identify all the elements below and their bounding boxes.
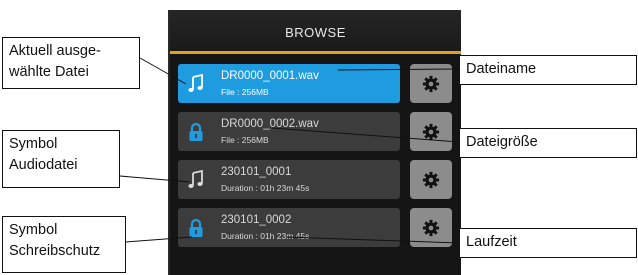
file-name: DR0000_0002.wav — [221, 118, 319, 130]
callout-line: Audiodatei — [9, 157, 78, 173]
settings-button[interactable] — [410, 208, 452, 247]
file-row[interactable]: 230101_0002 Duration : 01h 23m 45s — [178, 208, 400, 247]
settings-button[interactable] — [410, 160, 452, 199]
file-info: Duration : 01h 23m 45s — [221, 183, 310, 193]
file-name: 230101_0002 — [221, 214, 292, 226]
file-name: 230101_0001 — [221, 166, 292, 178]
file-info: Duration : 01h 23m 45s — [221, 231, 310, 241]
file-row[interactable]: 230101_0001 Duration : 01h 23m 45s — [178, 160, 400, 199]
callout-text: Dateigröße — [466, 134, 538, 150]
callout-write-protect-icon: Symbol Schreibschutz — [2, 216, 126, 273]
screen-title: BROWSE — [285, 25, 346, 40]
file-info: File : 256MB — [221, 135, 269, 145]
lock-icon — [187, 122, 205, 142]
file-info: File : 256MB — [221, 87, 269, 97]
callout-line: Symbol — [9, 136, 58, 152]
callout-file-size: Dateigröße — [459, 128, 637, 158]
lock-icon — [187, 218, 205, 238]
gear-icon — [422, 171, 440, 188]
callout-line: Aktuell ausge- — [9, 43, 101, 59]
callout-text: Dateiname — [466, 61, 537, 77]
music-note-icon — [187, 169, 205, 190]
callout-text: Laufzeit — [466, 234, 517, 250]
file-row[interactable]: DR0000_0001.wav File : 256MB — [178, 64, 400, 103]
music-note-icon — [187, 73, 205, 94]
callout-file-name: Dateiname — [459, 55, 637, 85]
title-bar: BROWSE — [170, 10, 461, 54]
gear-icon — [422, 75, 440, 92]
callout-audio-file-icon: Symbol Audiodatei — [2, 130, 120, 188]
callout-line: Symbol — [9, 222, 58, 238]
gear-icon — [422, 123, 440, 140]
callout-line: Schreibschutz — [9, 243, 101, 259]
callout-line: wählte Datei — [9, 64, 89, 80]
settings-button[interactable] — [410, 64, 452, 103]
gear-icon — [422, 219, 440, 236]
settings-button[interactable] — [410, 112, 452, 151]
file-name: DR0000_0001.wav — [221, 70, 319, 82]
callout-duration: Laufzeit — [459, 228, 637, 258]
callout-selected-file: Aktuell ausge- wählte Datei — [2, 37, 140, 89]
file-row[interactable]: DR0000_0002.wav File : 256MB — [178, 112, 400, 151]
browse-screen: BROWSE DR0000_0001.wav File : 256MB DR00… — [168, 10, 461, 275]
